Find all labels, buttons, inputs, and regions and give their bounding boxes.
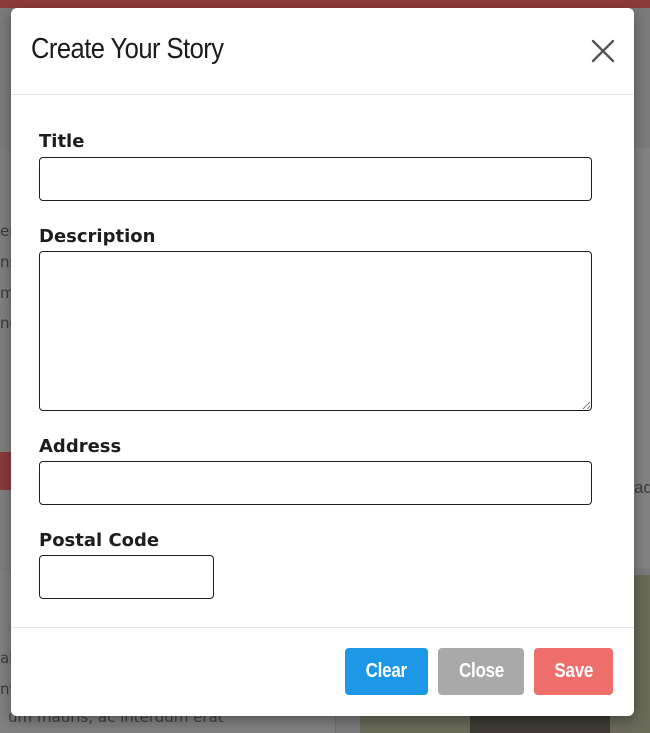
close-button[interactable]: Close (438, 648, 524, 695)
close-x-icon-graphic (591, 39, 615, 63)
address-input[interactable] (39, 461, 592, 505)
background-right-panel (634, 148, 650, 568)
close-x-icon[interactable] (590, 38, 616, 64)
save-button[interactable]: Save (534, 648, 613, 695)
close-button-label: Close (458, 660, 504, 682)
modal-header: Create Your Story (11, 8, 634, 95)
modal-footer: Clear Close Save (11, 627, 634, 716)
clear-button-label: Clear (365, 660, 408, 682)
clear-button[interactable]: Clear (345, 648, 428, 695)
background-text-fragment: ad (634, 478, 650, 497)
address-label: Address (39, 436, 122, 457)
create-story-modal: Create Your Story Title Description Addr… (11, 8, 634, 716)
title-input[interactable] (39, 157, 592, 201)
description-label: Description (39, 226, 156, 247)
background-top-bar (0, 0, 650, 8)
postal-code-label: Postal Code (39, 530, 160, 551)
title-label: Title (39, 131, 85, 152)
description-textarea[interactable] (39, 251, 592, 411)
save-button-label: Save (554, 660, 593, 682)
postal-code-input[interactable] (39, 555, 214, 599)
modal-title: Create Your Story (31, 33, 224, 65)
